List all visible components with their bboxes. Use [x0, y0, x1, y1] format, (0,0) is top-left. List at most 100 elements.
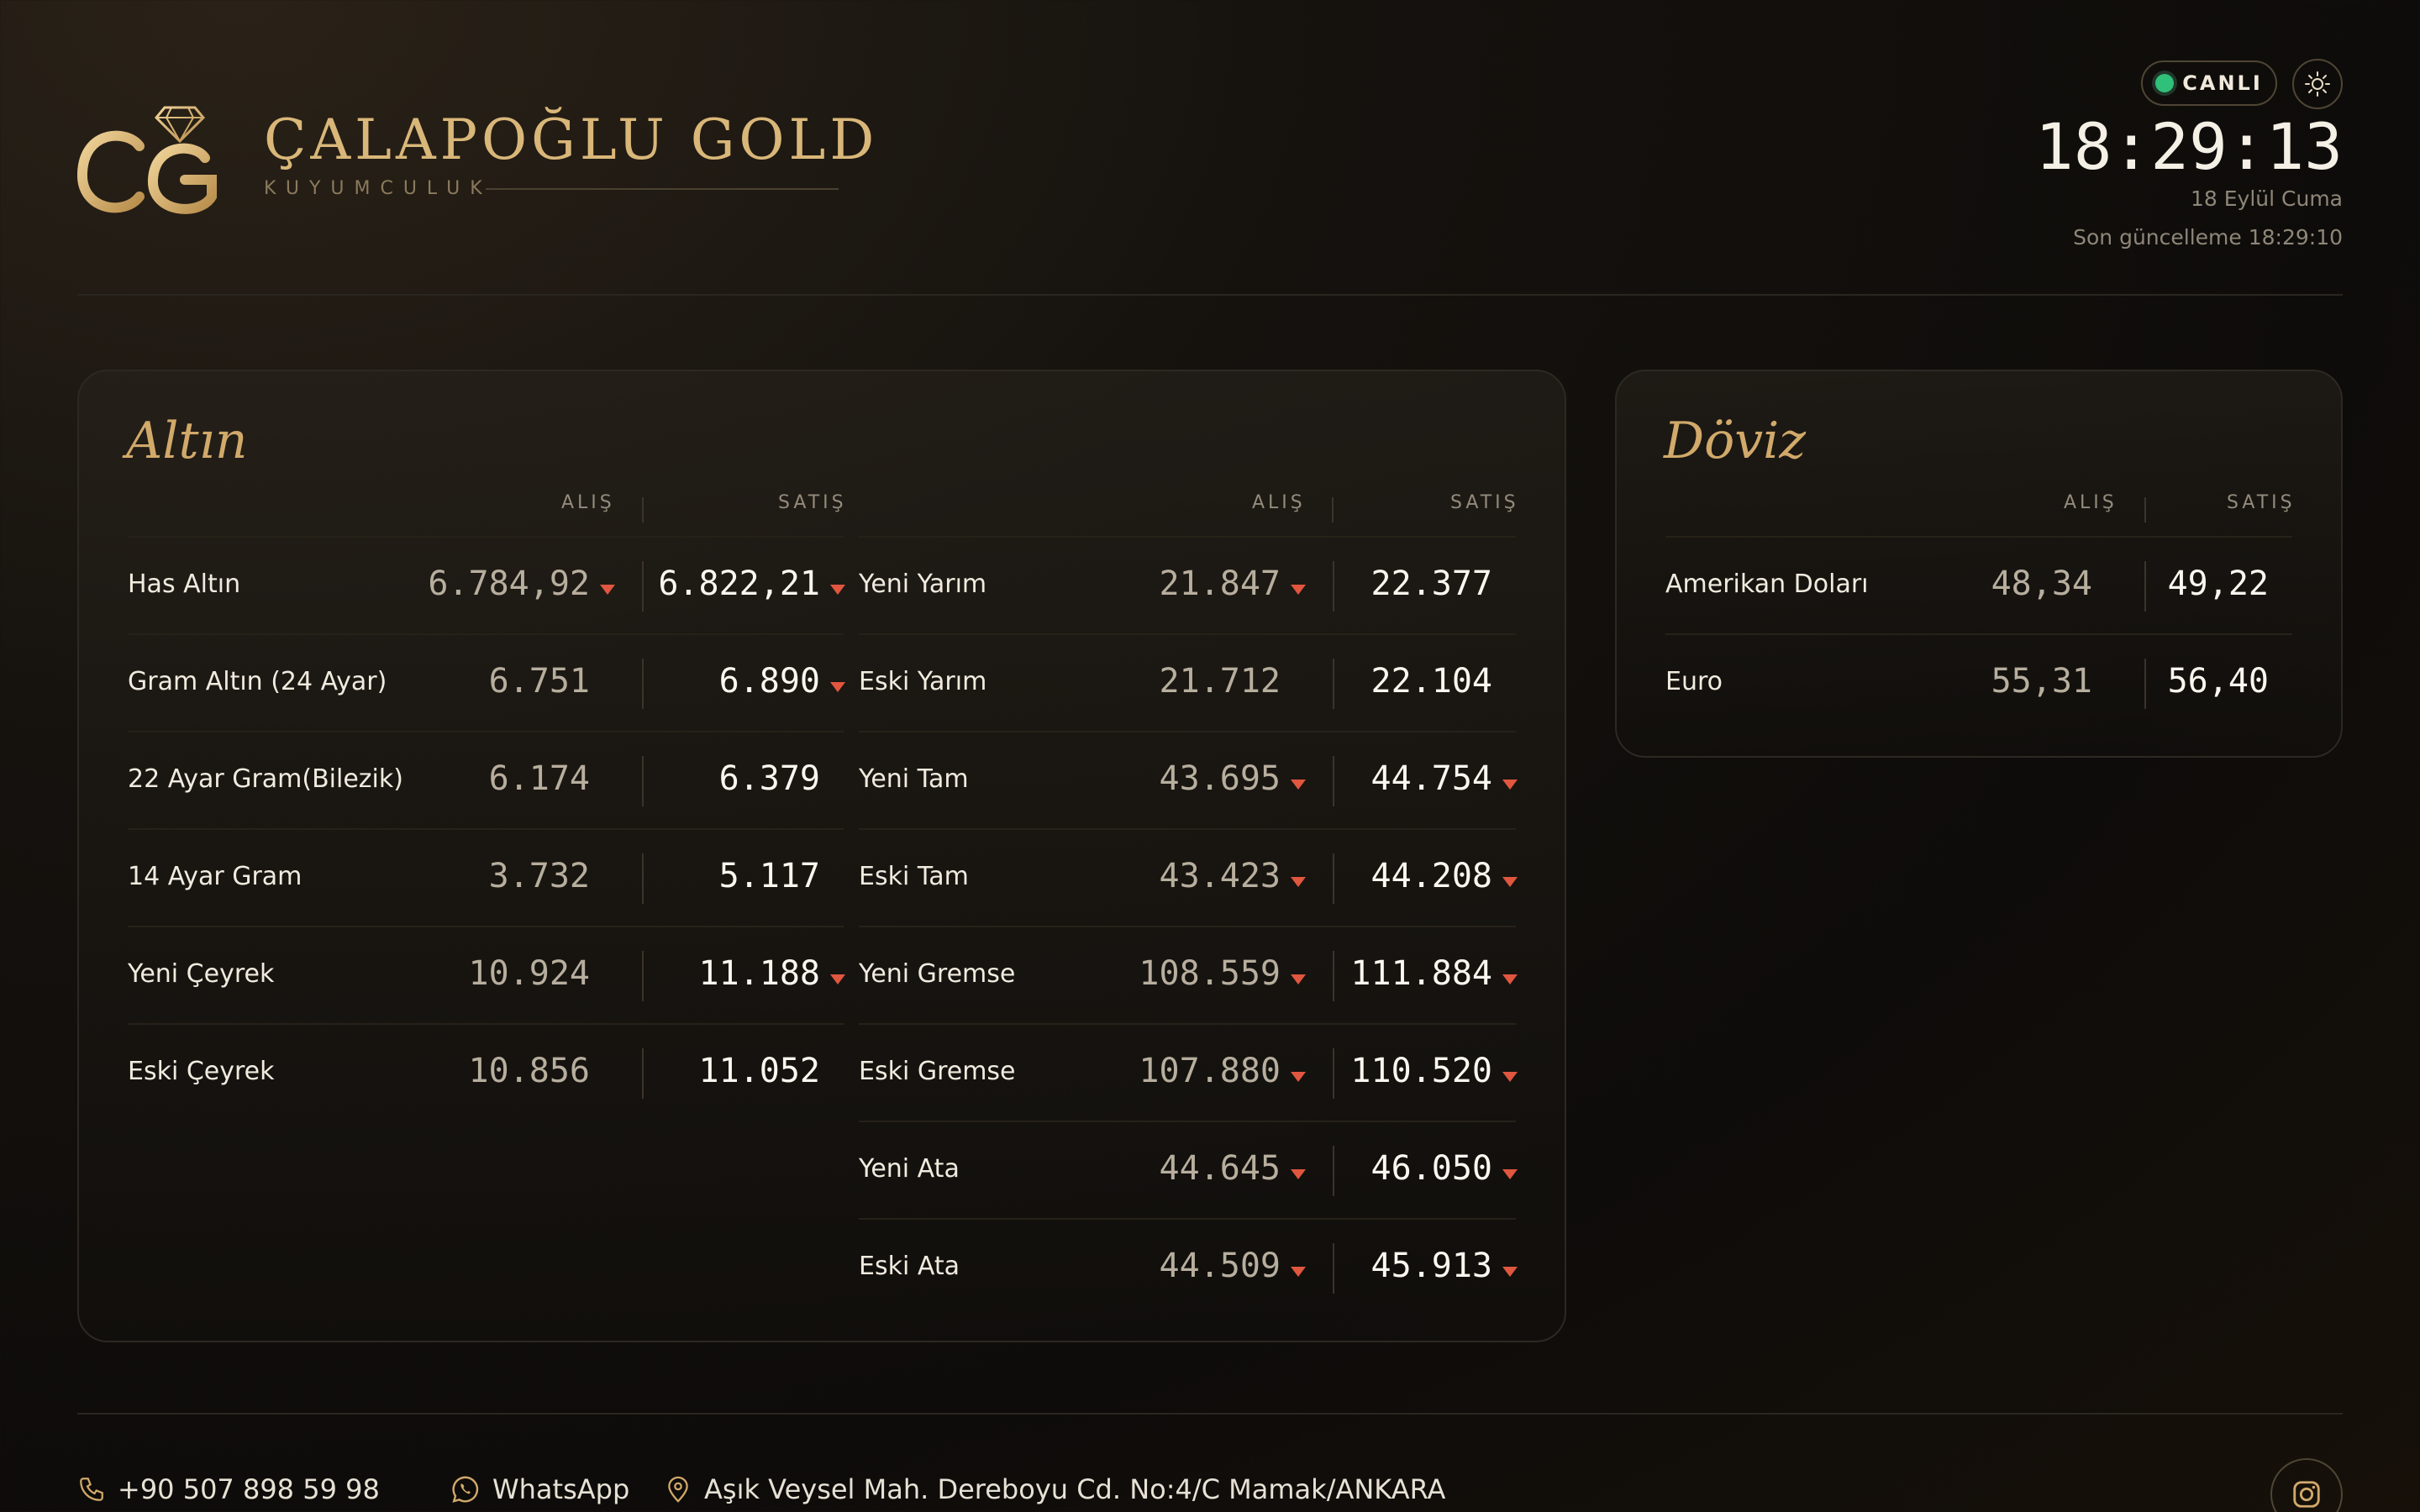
brand-subtitle: KUYUMCULUK [264, 178, 492, 199]
buy-price: 10.924 [468, 954, 591, 993]
sell-price: 11.052 [698, 1052, 821, 1090]
table-row: Yeni Tam 43.695 44.754 [859, 731, 1518, 828]
live-dot-icon [2155, 74, 2175, 92]
column-divider [1333, 756, 1334, 806]
down-arrow-icon [1291, 585, 1306, 595]
buy-price: 3.732 [488, 857, 590, 895]
buy-price: 48,34 [1991, 564, 2092, 603]
column-divider [642, 951, 644, 1001]
table-row: Has Altın 6.784,92 6.822,21 [128, 536, 845, 633]
buy-price: 21.712 [1159, 662, 1281, 701]
location-pin-icon [668, 1476, 688, 1503]
diamond-icon [154, 106, 206, 144]
address-text: Aşık Veysel Mah. Dereboyu Cd. No:4/C Mam… [704, 1473, 1446, 1505]
phone-link[interactable]: +90 507 898 59 98 [77, 1473, 380, 1505]
buy-price: 6.751 [488, 662, 590, 701]
sell-price: 110.520 [1350, 1052, 1492, 1090]
whatsapp-icon [452, 1476, 479, 1503]
currency-header-divider [2144, 497, 2146, 522]
table-row: Eski Ata 44.509 45.913 [859, 1218, 1518, 1315]
currency-panel-title: Döviz [1664, 412, 1806, 470]
down-arrow-icon [1502, 780, 1518, 790]
row-name: Euro [1665, 667, 1723, 696]
column-divider [642, 561, 644, 612]
live-status-badge: CANLI [2141, 60, 2277, 106]
row-name: Yeni Gremse [859, 959, 1016, 989]
last-update-label: Son güncelleme 18:29:10 [2073, 225, 2343, 249]
table-row: Eski Yarım 21.712 22.104 [859, 633, 1516, 731]
column-divider [2144, 659, 2146, 709]
table-row: Eski Tam 43.423 44.208 [859, 828, 1518, 926]
gold-right-header-divider [1332, 497, 1334, 522]
buy-price: 6.174 [488, 759, 590, 798]
whatsapp-label: WhatsApp [492, 1473, 630, 1505]
column-divider [1333, 1146, 1334, 1196]
sell-price: 45.913 [1370, 1247, 1493, 1285]
gold-panel-title: Altın [126, 412, 248, 470]
down-arrow-icon [830, 974, 845, 984]
gold-left-buy-header: ALIŞ [561, 492, 615, 513]
down-arrow-icon [1502, 1072, 1518, 1082]
currency-sell-header: SATIŞ [2227, 492, 2296, 513]
down-arrow-icon [1291, 974, 1306, 984]
whatsapp-link[interactable]: WhatsApp [450, 1473, 629, 1505]
down-arrow-icon [1291, 1072, 1306, 1082]
row-name: Eski Ata [859, 1252, 960, 1281]
down-arrow-icon [1502, 974, 1518, 984]
row-name: Yeni Tam [859, 764, 969, 794]
down-arrow-icon [1291, 780, 1306, 790]
instagram-icon [2293, 1481, 2320, 1508]
column-divider [1333, 951, 1334, 1001]
table-row: Yeni Yarım 21.847 22.377 [859, 536, 1516, 633]
down-arrow-icon [600, 585, 615, 595]
row-name: 22 Ayar Gram(Bilezik) [128, 764, 403, 794]
row-name: Eski Gremse [859, 1057, 1016, 1086]
row-name: Eski Çeyrek [128, 1057, 275, 1086]
down-arrow-icon [1291, 1267, 1306, 1277]
column-divider [1333, 853, 1334, 904]
sell-price: 11.188 [698, 954, 821, 993]
gold-right-sell-header: SATIŞ [1450, 492, 1519, 513]
sell-price: 46.050 [1370, 1149, 1493, 1188]
brand-name: ÇALAPOĞLU GOLD [264, 108, 879, 172]
live-label: CANLI [2182, 71, 2263, 95]
gold-right-buy-header: ALIŞ [1252, 492, 1306, 513]
row-name: Yeni Çeyrek [128, 959, 275, 989]
column-divider [1333, 1243, 1334, 1294]
buy-price: 44.645 [1159, 1149, 1281, 1188]
buy-price: 43.423 [1159, 857, 1281, 895]
down-arrow-icon [1502, 877, 1518, 887]
buy-price: 6.784,92 [428, 564, 590, 603]
instagram-button[interactable] [2270, 1458, 2343, 1512]
theme-toggle-button[interactable] [2292, 59, 2343, 109]
row-name: Gram Altın (24 Ayar) [128, 667, 387, 696]
row-name: Yeni Yarım [859, 570, 987, 599]
table-row: Gram Altın (24 Ayar) 6.751 6.890 [128, 633, 845, 731]
down-arrow-icon [830, 682, 845, 692]
table-row: Yeni Gremse 108.559 111.884 [859, 926, 1518, 1023]
sell-price: 22.104 [1370, 662, 1493, 701]
row-name: Eski Yarım [859, 667, 987, 696]
row-name: 14 Ayar Gram [128, 862, 302, 891]
sell-price: 6.379 [718, 759, 820, 798]
row-name: Has Altın [128, 570, 241, 599]
currency-buy-header: ALIŞ [2064, 492, 2118, 513]
sell-price: 6.822,21 [658, 564, 820, 603]
address-link[interactable]: Aşık Veysel Mah. Dereboyu Cd. No:4/C Mam… [664, 1473, 1445, 1505]
buy-price: 43.695 [1159, 759, 1281, 798]
down-arrow-icon [1502, 1267, 1518, 1277]
column-divider [642, 756, 644, 806]
date-label: 18 Eylül Cuma [2190, 186, 2343, 211]
sell-price: 6.890 [718, 662, 820, 701]
buy-price: 10.856 [468, 1052, 591, 1090]
table-row: Euro 55,31 56,40 [1665, 633, 2292, 731]
sell-price: 22.377 [1370, 564, 1493, 603]
brand-divider [486, 188, 839, 190]
table-row: 22 Ayar Gram(Bilezik) 6.174 6.379 [128, 731, 844, 828]
footer-divider [77, 1413, 2343, 1415]
column-divider [2144, 561, 2146, 612]
sun-icon [2305, 71, 2330, 97]
buy-price: 108.559 [1139, 954, 1281, 993]
column-divider [642, 659, 644, 709]
phone-icon [80, 1478, 103, 1501]
